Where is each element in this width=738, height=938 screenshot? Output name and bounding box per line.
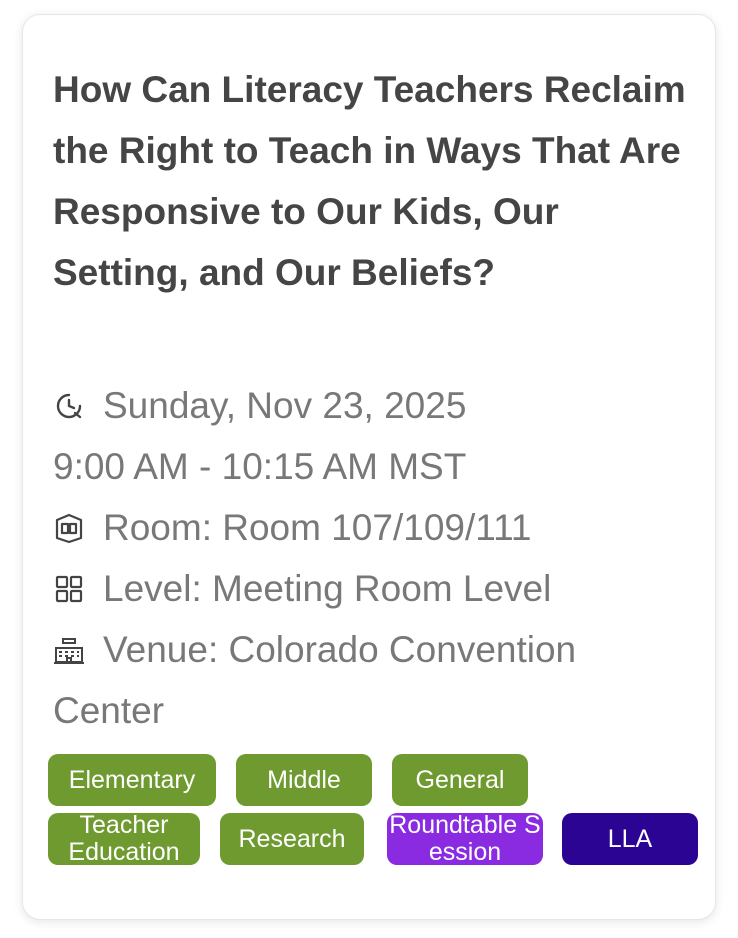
session-card: How Can Literacy Teachers Reclaim the Ri…: [22, 14, 716, 920]
tag-roundtable-session[interactable]: Roundtable Session: [387, 813, 543, 865]
grid-icon: [53, 573, 85, 605]
session-venue: Venue: Colorado Convention: [103, 629, 577, 670]
building-icon: [53, 634, 85, 666]
session-venue-continued: Center: [53, 690, 165, 731]
session-date: Sunday, Nov 23, 2025: [103, 385, 467, 426]
level-row: Level: Meeting Room Level: [53, 558, 703, 619]
room-icon: [53, 512, 85, 544]
tag-lla[interactable]: LLA: [562, 813, 698, 865]
session-title: How Can Literacy Teachers Reclaim the Ri…: [53, 69, 686, 293]
session-time: 9:00 AM - 10:15 AM MST: [53, 446, 467, 487]
venue-row: Venue: Colorado Convention: [53, 619, 703, 680]
session-room: Room: Room 107/109/111: [103, 507, 532, 548]
tag-elementary[interactable]: Elementary: [48, 754, 216, 806]
tag-research[interactable]: Research: [220, 813, 364, 865]
tag-general[interactable]: General: [392, 754, 528, 806]
tag-teacher-education[interactable]: Teacher Education: [48, 813, 200, 865]
tag-middle[interactable]: Middle: [236, 754, 372, 806]
session-level: Level: Meeting Room Level: [103, 568, 552, 609]
room-row: Room: Room 107/109/111: [53, 497, 703, 558]
clock-icon: [53, 390, 85, 422]
date-row: Sunday, Nov 23, 2025: [53, 375, 703, 436]
